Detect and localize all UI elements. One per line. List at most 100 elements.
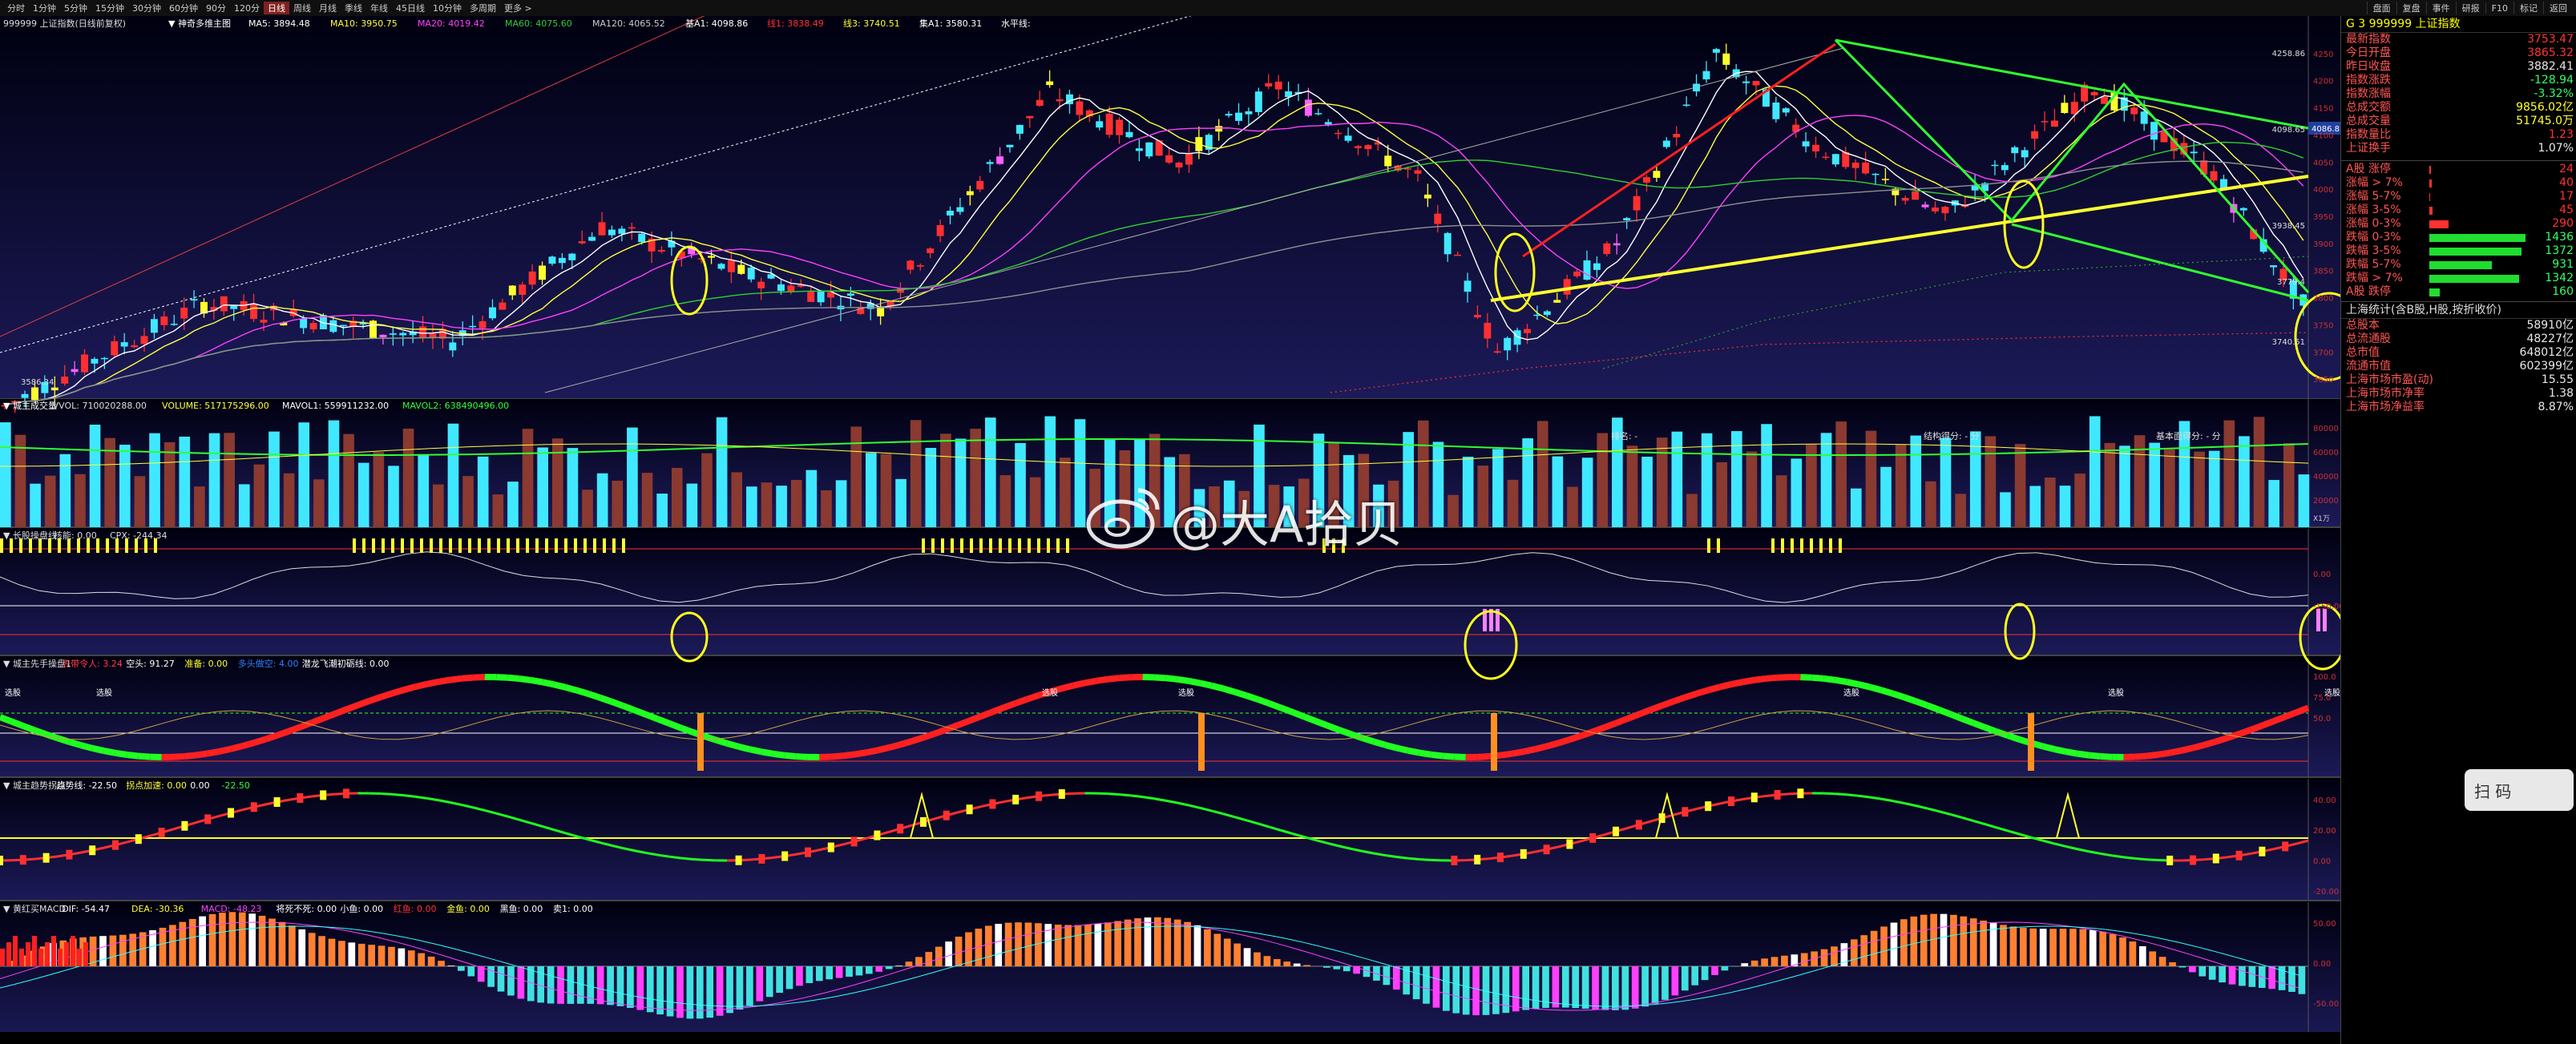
volume-bar: [1716, 462, 1728, 527]
volume-bar: [1641, 457, 1653, 527]
period-tab[interactable]: 60分钟: [165, 2, 202, 14]
trend-ribbon: [749, 746, 763, 756]
axis-tick: 0.00: [2313, 570, 2331, 579]
candle-body: [50, 387, 59, 391]
candle-body: [1643, 177, 1650, 183]
period-tab[interactable]: 90分: [202, 2, 230, 14]
volume-bar: [1955, 494, 1966, 527]
macd-bar: [716, 966, 724, 1016]
macd-bar: [835, 966, 843, 978]
period-tab[interactable]: 120分: [230, 2, 264, 14]
candle-body: [936, 224, 944, 236]
candle-body: [846, 293, 854, 296]
indicator-value: VOLUME: 517175296.00: [162, 401, 269, 411]
trend-ribbon: [1107, 675, 1120, 683]
macd-bar: [686, 966, 694, 1019]
candle-body: [996, 156, 1004, 164]
trend-ribbon: [553, 681, 567, 691]
macd-bar: [1432, 966, 1440, 1008]
period-tab[interactable]: 周线: [289, 2, 315, 14]
trend-line: [2111, 854, 2124, 859]
candle-body: [1583, 260, 1591, 280]
info-row: 指数量比 1.23: [2341, 128, 2576, 142]
macd-bar: [1084, 924, 1092, 966]
macd-bar: [2298, 966, 2306, 994]
macd-bar: [765, 966, 773, 998]
macd-bar: [487, 966, 495, 987]
macd-bar: [1641, 966, 1649, 1007]
period-tab[interactable]: 分时: [3, 2, 29, 14]
axis-tick: 75.0: [2313, 694, 2331, 703]
trend-block: [2190, 855, 2196, 865]
trend-ribbon: [2260, 718, 2275, 729]
period-tab[interactable]: 多周期: [466, 2, 500, 14]
macd-bar: [1035, 923, 1042, 966]
candle-body: [1434, 213, 1442, 224]
tool-button[interactable]: 研报: [2455, 2, 2485, 14]
trend-ribbon: [761, 748, 774, 757]
trend-ribbon: [91, 744, 105, 754]
macd-bar: [328, 938, 336, 966]
candle-body: [976, 180, 984, 190]
volume-bar: [418, 454, 430, 527]
price-label: 3740.51: [2272, 338, 2305, 347]
period-tab[interactable]: 1分钟: [29, 2, 60, 14]
candle-body: [1215, 126, 1223, 132]
tool-button[interactable]: 复盘: [2396, 2, 2426, 14]
macd-bar: [1492, 966, 1500, 1014]
period-tab[interactable]: 30分钟: [128, 2, 165, 14]
period-tab[interactable]: 10分钟: [429, 2, 466, 14]
macd-bar: [507, 966, 515, 996]
tool-button[interactable]: 事件: [2425, 2, 2456, 14]
candle-body: [1473, 314, 1481, 318]
tool-button[interactable]: 返回: [2543, 2, 2573, 14]
volume-bar: [75, 474, 86, 527]
trend-line: [680, 857, 693, 861]
tool-button[interactable]: F10: [2485, 3, 2513, 14]
qr-widget[interactable]: 扫 码: [2465, 769, 2574, 811]
volume-bar: [433, 484, 444, 527]
period-tab[interactable]: 月线: [315, 2, 341, 14]
volume-bar: [1806, 444, 1817, 527]
volume-bar: [343, 433, 354, 527]
macd-bar: [1383, 966, 1391, 986]
info-row: 涨幅 0-3% 290: [2341, 217, 2576, 231]
volume-bar: [790, 480, 802, 527]
macd-bar: [32, 936, 37, 966]
volume-bar: [313, 479, 325, 527]
indicator-value: MAVOL1: 559911232.00: [282, 401, 389, 411]
trend-ribbon: [842, 751, 855, 760]
volume-bar: [328, 420, 340, 527]
info-label: 上海市场净益率: [2346, 401, 2425, 413]
macd-bar: [1969, 918, 1977, 966]
info-value: 8.87%: [2538, 401, 2574, 413]
macd-bar: [2029, 928, 2037, 966]
period-tab[interactable]: 5分钟: [60, 2, 91, 14]
trend-block: [297, 793, 304, 804]
trend-ribbon: [391, 687, 406, 697]
period-tab[interactable]: 季线: [341, 2, 366, 14]
trend-block: [250, 802, 257, 812]
signal-bar: [622, 538, 625, 553]
period-tab[interactable]: 日线: [264, 2, 289, 14]
trend-block: [2212, 853, 2219, 864]
trend-ribbon: [1625, 711, 1641, 722]
info-value: 17: [2559, 190, 2574, 203]
candle-body: [2061, 103, 2069, 114]
indicator-value: 线3: 3740.51: [843, 18, 900, 29]
tool-button[interactable]: 标记: [2513, 2, 2543, 14]
volume-bar: [1686, 494, 1698, 527]
period-tab[interactable]: 更多 >: [500, 2, 536, 14]
period-tab[interactable]: 年线: [366, 2, 392, 14]
macd-bar: [447, 965, 455, 966]
period-tab[interactable]: 15分钟: [91, 2, 128, 14]
volume-bar: [0, 422, 11, 527]
tool-button[interactable]: 盘面: [2366, 2, 2396, 14]
macd-bar: [38, 949, 43, 966]
trend-ribbon: [450, 675, 462, 683]
period-tab[interactable]: 45日线: [392, 2, 429, 14]
trend-ribbon: [1395, 744, 1409, 754]
info-value: 1.38: [2548, 387, 2574, 400]
candle-body: [1563, 279, 1571, 295]
indicator-value: MAVOL2: 638490496.00: [402, 401, 509, 411]
